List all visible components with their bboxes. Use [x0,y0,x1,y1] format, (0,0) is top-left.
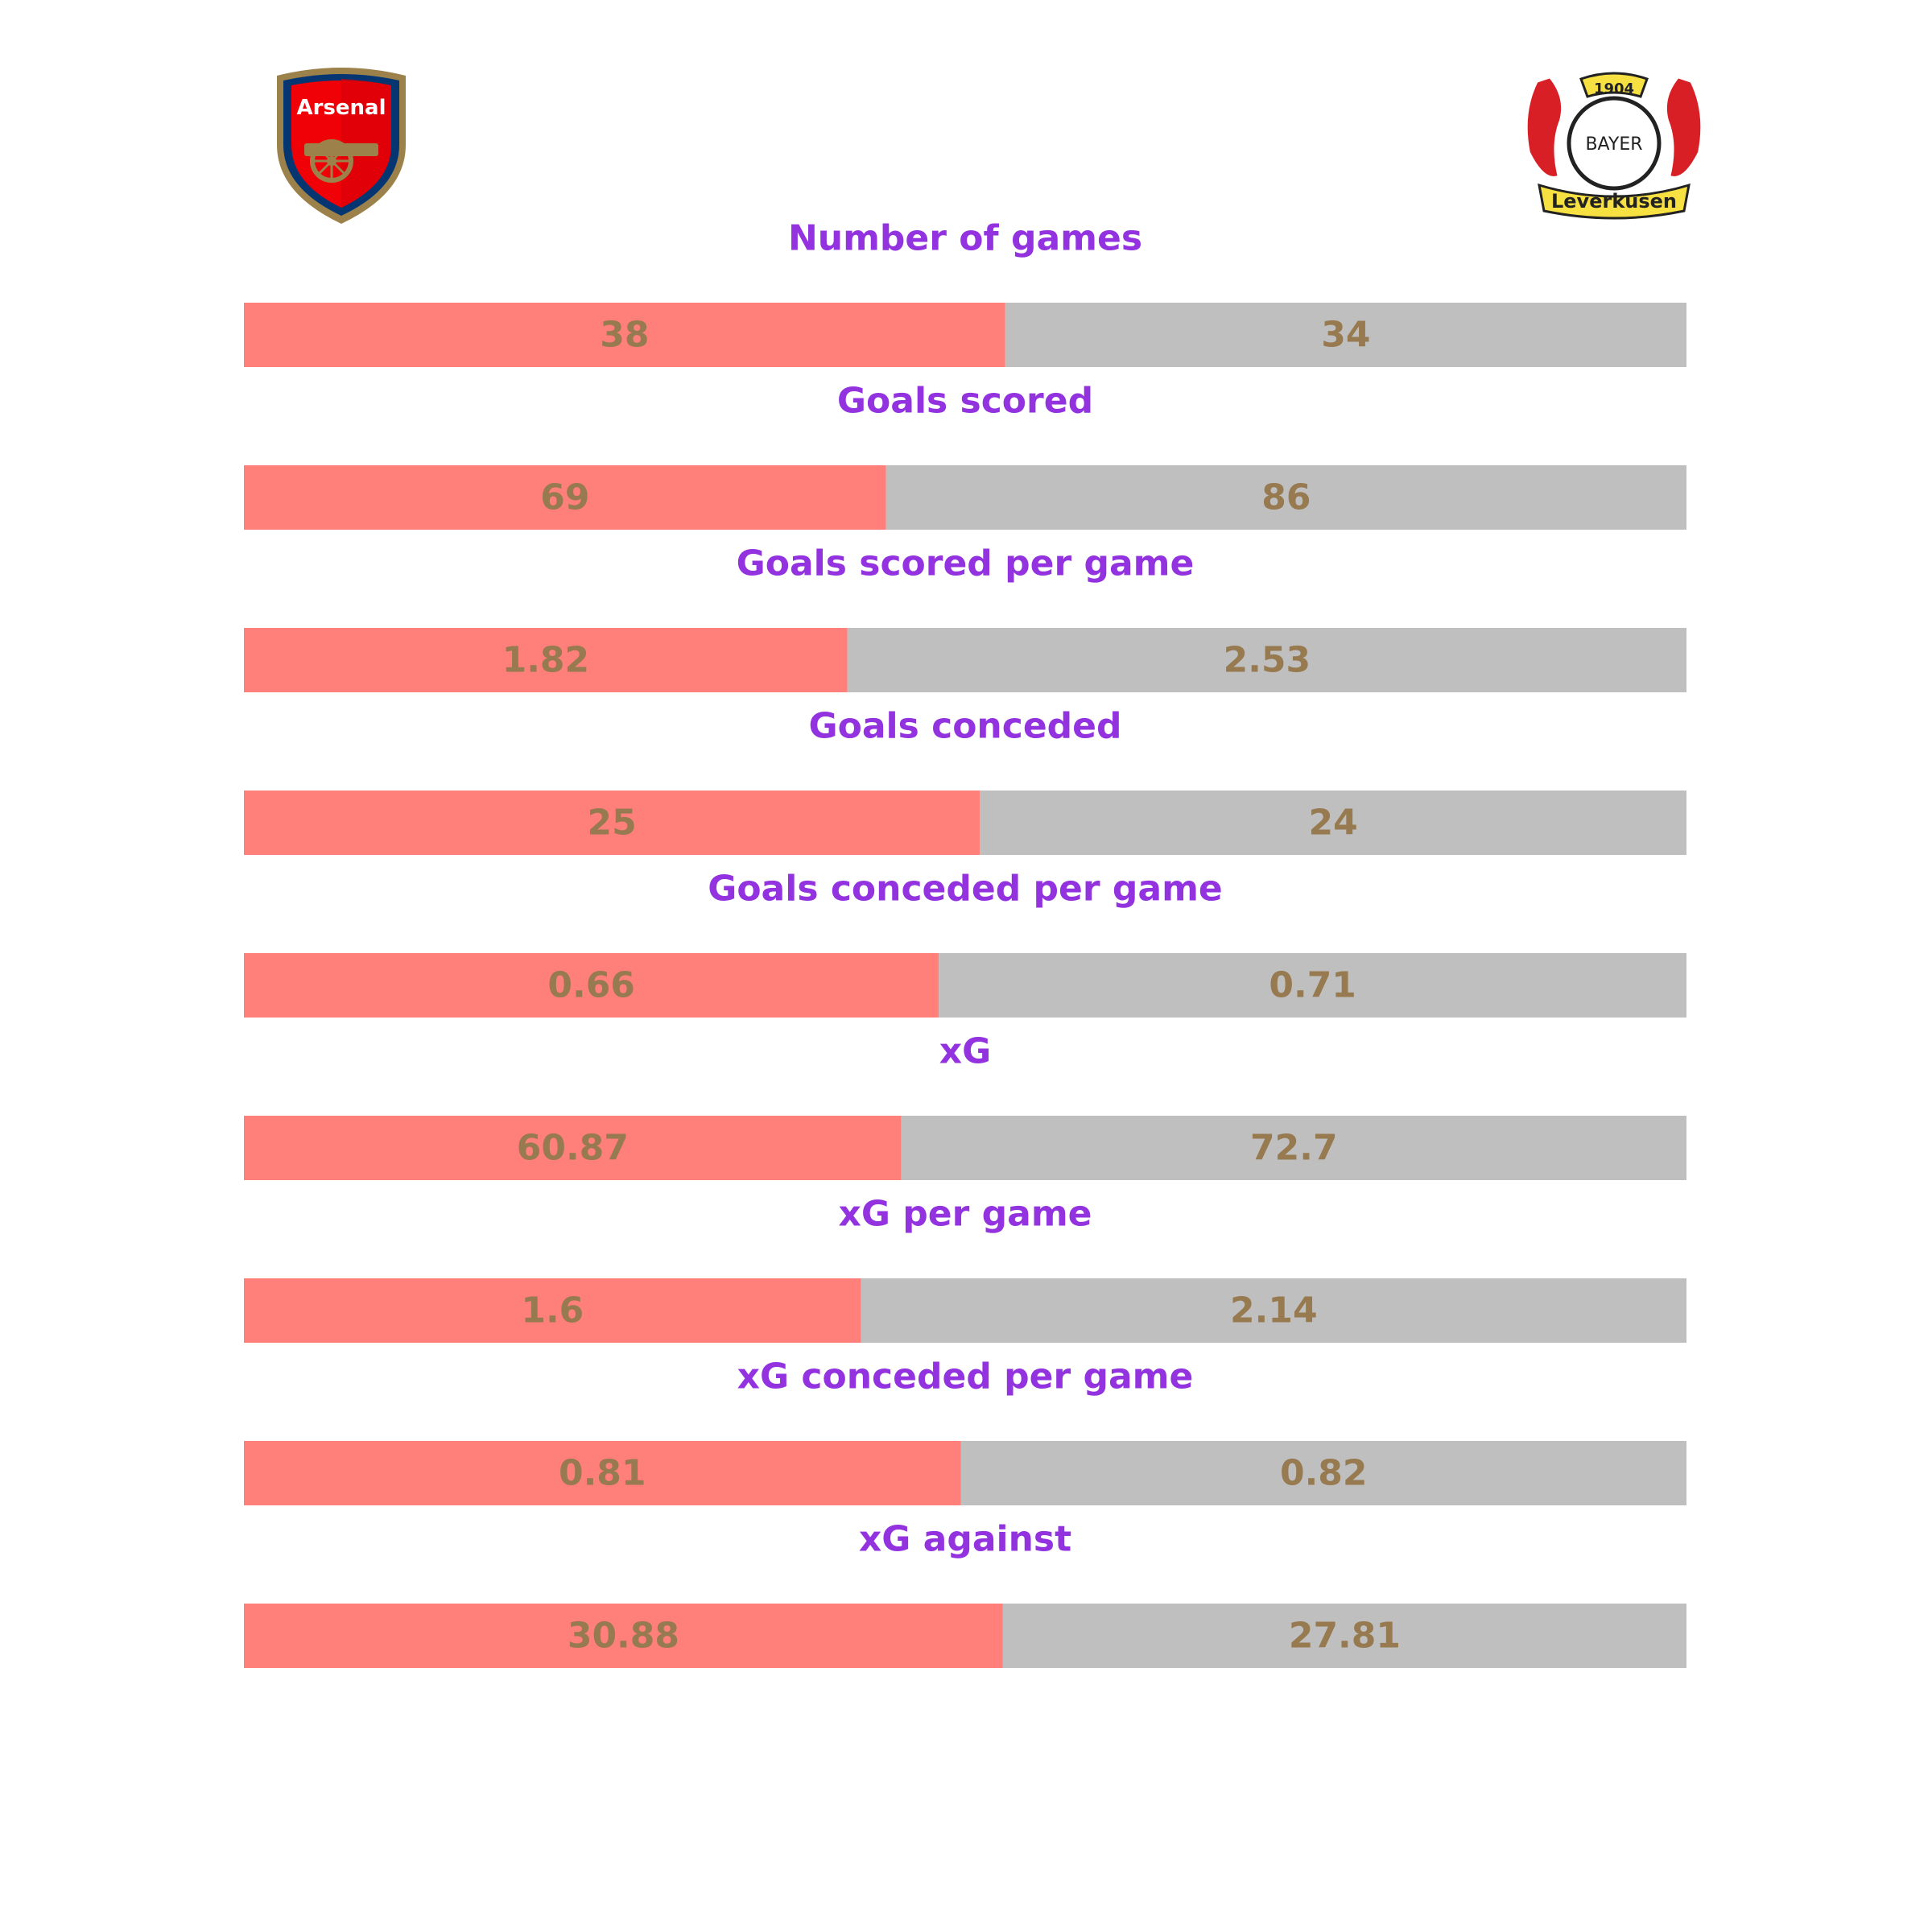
bar-value-away: 24 [1309,803,1358,844]
metric-title: xG per game [838,1194,1092,1235]
metric-title: Number of games [788,218,1142,259]
bar-value-home: 0.81 [559,1453,646,1494]
bar-value-away: 0.71 [1269,965,1356,1006]
bar-value-away: 2.53 [1224,640,1311,681]
bar-value-home: 69 [540,477,589,518]
bar-value-home: 1.6 [521,1290,584,1331]
bar-value-home: 60.87 [517,1128,629,1169]
bar-value-away: 72.7 [1250,1128,1338,1169]
bar-value-away: 34 [1321,315,1370,356]
bar-value-home: 25 [588,803,637,844]
bar-value-away: 27.81 [1289,1616,1401,1657]
bar-value-away: 2.14 [1230,1290,1318,1331]
bar-value-away: 86 [1261,477,1311,518]
metric-title: Goals conceded [808,706,1121,747]
bar-value-home: 38 [600,315,649,356]
bar-value-home: 30.88 [568,1616,679,1657]
metric-title: Goals scored [837,381,1093,422]
metric-title: Goals conceded per game [708,869,1223,910]
bar-value-away: 0.82 [1280,1453,1368,1494]
metric-title: xG [939,1031,992,1072]
metric-title: xG conceded per game [737,1356,1194,1397]
bar-value-home: 0.66 [547,965,635,1006]
metric-title: xG against [859,1519,1071,1560]
bar-value-home: 1.82 [502,640,590,681]
comparison-bar-chart: Number of games 38 34 Goals scored 69 86 Goals… [244,218,1686,1668]
metric-title: Goals scored per game [737,543,1195,584]
